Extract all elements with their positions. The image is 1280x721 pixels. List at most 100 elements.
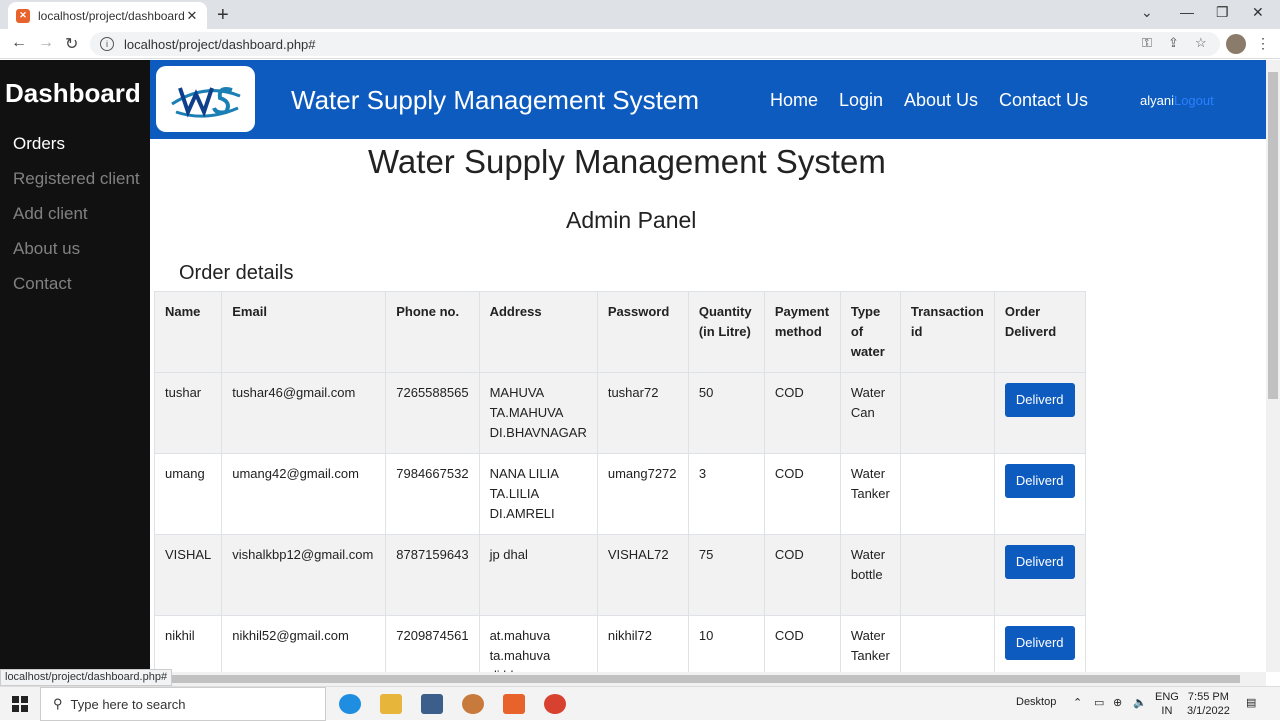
url-text: localhost/project/dashboard.php# <box>124 36 316 52</box>
cell-water-type: Water Can <box>839 372 901 454</box>
nav-about-us[interactable]: About Us <box>904 90 978 111</box>
browser-menu-icon[interactable]: ⋮ <box>1256 35 1270 52</box>
desktop-label[interactable]: Desktop <box>1016 696 1056 708</box>
col-header: Password <box>596 291 689 373</box>
tab-search-icon[interactable]: ⌄ <box>1141 4 1153 21</box>
cell-quantity: 3 <box>687 453 765 535</box>
minimize-icon[interactable]: — <box>1180 4 1194 20</box>
volume-icon[interactable]: 🔈 <box>1133 696 1147 709</box>
table-row: tushar tushar46@gmail.com 7265588565 MAH… <box>153 372 1086 454</box>
delivered-button[interactable]: Deliverd <box>1004 464 1075 498</box>
forward-icon[interactable]: → <box>38 34 54 52</box>
sidebar-item-about-us[interactable]: About us <box>13 239 80 259</box>
chrome-icon[interactable] <box>544 694 566 714</box>
page-subtitle: Admin Panel <box>566 207 697 233</box>
cell-name: umang <box>153 453 223 535</box>
horizontal-scroll-thumb[interactable] <box>168 675 1240 683</box>
sidebar-item-contact[interactable]: Contact <box>13 274 72 294</box>
cell-quantity: 75 <box>687 534 765 616</box>
cell-action: Deliverd <box>993 372 1086 454</box>
xampp-icon[interactable] <box>503 694 525 714</box>
edge-icon[interactable] <box>339 694 361 714</box>
notification-icon[interactable]: ▤ <box>1246 696 1256 709</box>
cell-phone: 8787159643 <box>385 534 480 616</box>
cell-action: Deliverd <box>993 534 1086 616</box>
windows-start-icon[interactable] <box>12 696 28 712</box>
site-logo[interactable] <box>156 66 255 132</box>
status-url: localhost/project/dashboard.php# <box>0 669 173 686</box>
col-header: Address <box>478 291 598 373</box>
app-icon[interactable] <box>421 694 443 714</box>
key-icon[interactable]: ⚿ <box>1142 35 1152 51</box>
delivered-button[interactable]: Deliverd <box>1004 383 1075 417</box>
new-tab-icon[interactable]: + <box>217 4 229 27</box>
cell-phone: 7265588565 <box>385 372 480 454</box>
cell-transaction <box>899 534 995 616</box>
cell-email: vishalkbp12@gmail.com <box>221 534 387 616</box>
table-header-row: Name Email Phone no. Address Password Qu… <box>153 291 1086 373</box>
network-icon[interactable]: ⊕ <box>1113 696 1122 709</box>
share-icon[interactable]: ⇪ <box>1168 35 1179 51</box>
col-header: Email <box>221 291 387 373</box>
table-row: umang umang42@gmail.com 7984667532 NANA … <box>153 453 1086 535</box>
delivered-button[interactable]: Deliverd <box>1004 545 1075 579</box>
tray-chevron-icon[interactable]: ⌃ <box>1073 696 1082 709</box>
cell-payment: COD <box>763 372 841 454</box>
nav-home[interactable]: Home <box>770 90 818 111</box>
sidebar-item-add-client[interactable]: Add client <box>13 204 88 224</box>
cell-water-type: Water bottle <box>839 534 901 616</box>
user-area: alyaniLogout <box>1140 93 1214 108</box>
col-header: Type of water <box>839 291 901 373</box>
sidebar-item-registered-client[interactable]: Registered client <box>13 169 140 189</box>
maximize-icon[interactable]: ❐ <box>1216 4 1229 21</box>
app2-icon[interactable] <box>462 694 484 714</box>
col-header: Payment method <box>763 291 841 373</box>
search-icon: ⚲ <box>53 696 63 711</box>
nav-contact-us[interactable]: Contact Us <box>999 90 1088 111</box>
battery-icon[interactable]: ▭ <box>1094 696 1104 709</box>
table-row: VISHAL vishalkbp12@gmail.com 8787159643 … <box>153 534 1086 616</box>
section-title: Order details <box>179 262 294 284</box>
browser-tab[interactable]: ✕ localhost/project/dashboard.php ✕ <box>8 2 207 29</box>
cell-transaction <box>899 372 995 454</box>
site-header: Water Supply Management System Home Logi… <box>150 60 1266 139</box>
cell-address: jp dhal <box>478 534 598 616</box>
cell-name: tushar <box>153 372 223 454</box>
back-icon[interactable]: ← <box>11 34 27 52</box>
ws-logo-icon <box>170 87 241 118</box>
cell-phone: 7984667532 <box>385 453 480 535</box>
sidebar-item-orders[interactable]: Orders <box>13 134 65 154</box>
col-header: Phone no. <box>385 291 480 373</box>
cell-password: tushar72 <box>596 372 689 454</box>
page-title: Water Supply Management System <box>368 143 886 180</box>
sidebar: Dashboard Orders Registered client Add c… <box>0 60 150 672</box>
cell-address: NANA LILIA TA.LILIA DI.AMRELI <box>478 453 598 535</box>
cell-email: umang42@gmail.com <box>221 453 387 535</box>
logout-link[interactable]: Logout <box>1174 93 1214 108</box>
browser-toolbar: ← → ↻ i localhost/project/dashboard.php#… <box>0 29 1280 59</box>
vertical-scroll-thumb[interactable] <box>1268 72 1278 399</box>
col-header: Transaction id <box>899 291 995 373</box>
col-header: Name <box>153 291 223 373</box>
close-window-icon[interactable]: ✕ <box>1252 4 1264 21</box>
profile-avatar[interactable] <box>1226 34 1246 54</box>
tab-close-icon[interactable]: ✕ <box>185 8 199 24</box>
cell-transaction <box>899 453 995 535</box>
file-explorer-icon[interactable] <box>380 694 402 714</box>
bookmark-star-icon[interactable]: ☆ <box>1195 35 1207 51</box>
address-bar[interactable]: i localhost/project/dashboard.php# <box>90 32 1220 56</box>
language-indicator[interactable]: ENG IN <box>1155 690 1179 718</box>
orders-table: Name Email Phone no. Address Password Qu… <box>153 291 1086 697</box>
cell-address: MAHUVA TA.MAHUVA DI.BHAVNAGAR <box>478 372 598 454</box>
sidebar-brand: Dashboard <box>5 78 141 108</box>
cell-password: umang7272 <box>596 453 689 535</box>
clock[interactable]: 7:55 PM 3/1/2022 <box>1187 690 1230 718</box>
reload-icon[interactable]: ↻ <box>65 34 78 54</box>
clock-date: 3/1/2022 <box>1187 705 1230 717</box>
cell-email: tushar46@gmail.com <box>221 372 387 454</box>
taskbar-search[interactable]: ⚲ Type here to search <box>40 687 326 721</box>
delivered-button[interactable]: Deliverd <box>1004 626 1075 660</box>
nav-login[interactable]: Login <box>839 90 883 111</box>
site-info-icon[interactable]: i <box>100 37 114 51</box>
cell-water-type: Water Tanker <box>839 453 901 535</box>
